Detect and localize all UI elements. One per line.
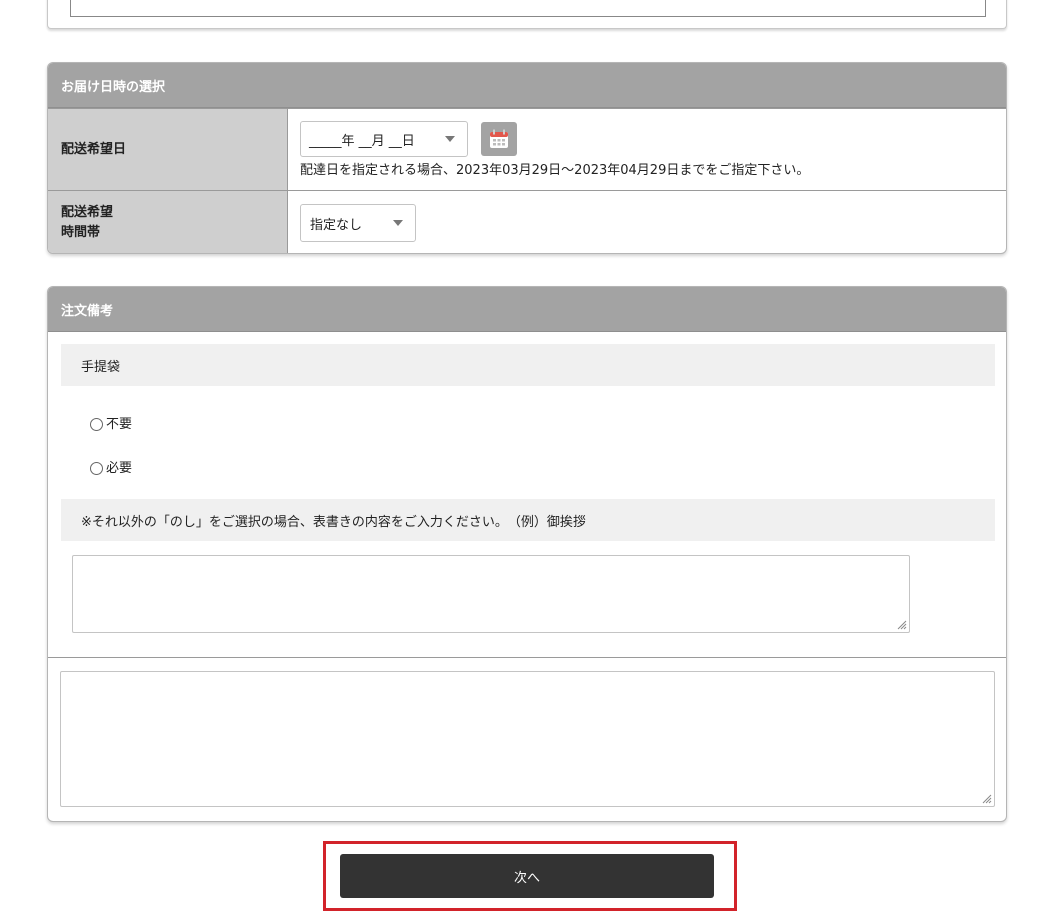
delivery-time-content: 指定なし bbox=[288, 191, 1006, 253]
calendar-icon bbox=[490, 129, 508, 148]
previous-section-box bbox=[70, 0, 986, 17]
chevron-down-icon bbox=[393, 220, 403, 226]
delivery-time-label: 配送希望 時間帯 bbox=[48, 191, 288, 253]
bag-option-label: 必要 bbox=[106, 461, 133, 476]
delivery-date-row: 配送希望日 _____年 __月 __日 配達日を指定される場合、2023年03… bbox=[48, 108, 1006, 190]
bag-option-label: 不要 bbox=[106, 417, 133, 432]
radio-button[interactable] bbox=[90, 461, 103, 475]
order-remarks-input[interactable] bbox=[60, 671, 995, 807]
bag-section-title: 手提袋 bbox=[61, 344, 995, 386]
noshi-text-input[interactable] bbox=[72, 555, 910, 633]
delivery-date-select-value: _____年 __月 __日 bbox=[309, 133, 415, 149]
resize-grip-icon[interactable] bbox=[897, 620, 907, 630]
divider bbox=[48, 657, 1006, 658]
bag-option-needed[interactable]: 必要 bbox=[90, 457, 132, 476]
chevron-down-icon bbox=[445, 136, 455, 142]
delivery-date-content: _____年 __月 __日 配達日を指定される場合、2023年03月29日〜2… bbox=[288, 109, 1006, 190]
delivery-date-label: 配送希望日 bbox=[48, 109, 288, 190]
delivery-panel: お届け日時の選択 配送希望日 _____年 __月 __日 配達日を指定される場… bbox=[47, 62, 1007, 254]
delivery-time-label-line1: 配送希望 bbox=[61, 205, 114, 220]
delivery-time-label-line2: 時間帯 bbox=[61, 225, 101, 240]
previous-section-panel bbox=[47, 0, 1007, 29]
delivery-date-select[interactable]: _____年 __月 __日 bbox=[300, 121, 468, 157]
delivery-panel-header: お届け日時の選択 bbox=[48, 63, 1006, 108]
order-notes-header: 注文備考 bbox=[48, 287, 1006, 332]
delivery-time-row: 配送希望 時間帯 指定なし bbox=[48, 190, 1006, 253]
delivery-time-select-value: 指定なし bbox=[310, 217, 363, 233]
order-notes-panel: 注文備考 手提袋 不要 必要 ※それ以外の「のし」をご選択の場合、表書きの内容を… bbox=[47, 286, 1007, 822]
delivery-time-select[interactable]: 指定なし bbox=[300, 204, 416, 242]
next-button[interactable]: 次へ bbox=[340, 854, 714, 898]
delivery-date-hint: 配達日を指定される場合、2023年03月29日〜2023年04月29日までをご指… bbox=[300, 163, 810, 178]
noshi-instruction: ※それ以外の「のし」をご選択の場合、表書きの内容をご入力ください。 （例）御挨拶 bbox=[61, 499, 995, 541]
resize-grip-icon[interactable] bbox=[982, 794, 992, 804]
radio-button[interactable] bbox=[90, 417, 103, 431]
calendar-button[interactable] bbox=[481, 122, 517, 156]
bag-option-not-needed[interactable]: 不要 bbox=[90, 413, 132, 432]
